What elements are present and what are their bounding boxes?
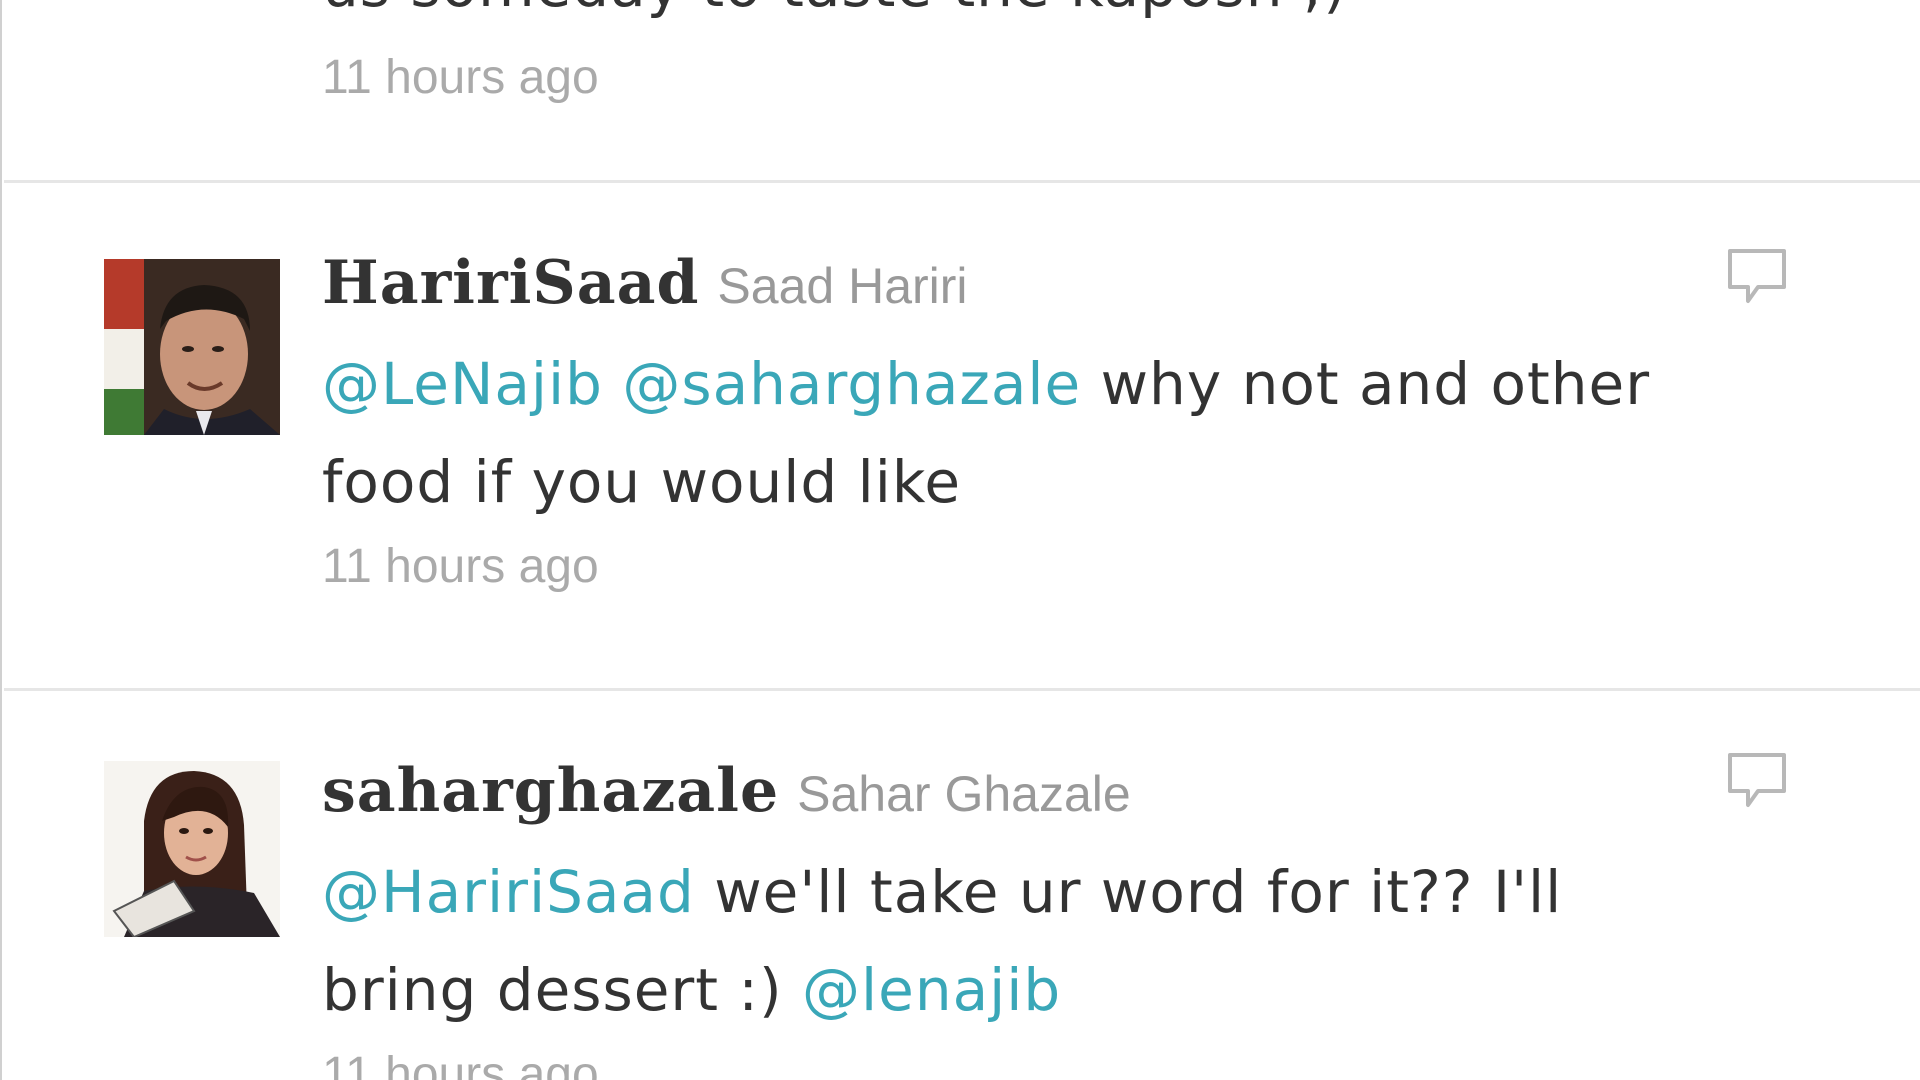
screen-name[interactable]: HaririSaad (322, 248, 699, 318)
tweet-timestamp[interactable]: 11 hours ago (322, 1047, 1732, 1080)
tweet-timeline: us someday to taste the kaposh ;) 11 hou… (0, 0, 1920, 1080)
mention-link[interactable]: @LeNajib (322, 350, 603, 418)
tweet-timestamp[interactable]: 11 hours ago (322, 50, 599, 105)
full-name: Sahar Ghazale (797, 766, 1131, 822)
mention-link[interactable]: @HaririSaad (322, 858, 695, 926)
mention-link[interactable]: @saharghazale (622, 350, 1081, 418)
tweet-content: saharghazale Sahar Ghazale @HaririSaad we… (322, 761, 1732, 1080)
speech-bubble-icon (1728, 249, 1786, 303)
avatar[interactable] (104, 761, 280, 937)
tweet-item-1: us someday to taste the kaposh ;) 11 hou… (4, 0, 1920, 180)
reply-button[interactable] (1722, 243, 1792, 313)
tweet-timestamp[interactable]: 11 hours ago (322, 539, 1732, 594)
mention-link[interactable]: @lenajib (802, 956, 1061, 1024)
avatar[interactable] (104, 259, 280, 435)
avatar-man-photo-icon (104, 259, 280, 435)
tweet-text: @LeNajib @saharghazale why not and other… (322, 335, 1732, 531)
screen-name[interactable]: saharghazale (322, 756, 779, 826)
reply-button[interactable] (1722, 747, 1792, 817)
tweet-header: HaririSaad Saad Hariri (322, 253, 1732, 313)
tweet-text: us someday to taste the kaposh ;) (322, 0, 1347, 20)
speech-bubble-icon (1728, 753, 1786, 807)
full-name: Saad Hariri (717, 258, 968, 314)
tweet-header: saharghazale Sahar Ghazale (322, 761, 1732, 821)
avatar-woman-photo-icon (104, 761, 280, 937)
tweet-text: @HaririSaad we'll take ur word for it?? … (322, 843, 1732, 1039)
tweet-content: HaririSaad Saad Hariri @LeNajib @sahargha… (322, 253, 1732, 594)
tweet-item-3: saharghazale Sahar Ghazale @HaririSaad we… (4, 691, 1920, 1080)
tweet-item-2: HaririSaad Saad Hariri @LeNajib @sahargha… (4, 183, 1920, 688)
